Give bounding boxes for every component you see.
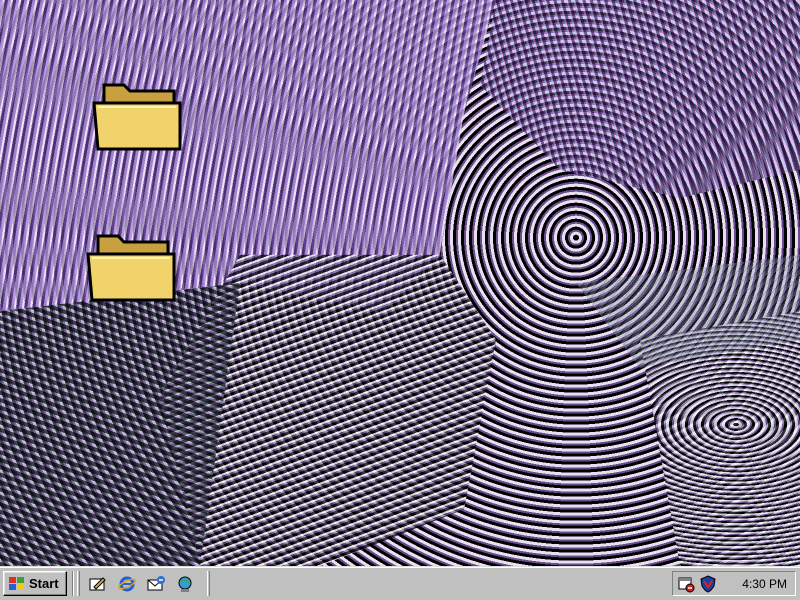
channels-icon[interactable] — [174, 574, 196, 594]
show-desktop-icon[interactable] — [87, 574, 109, 594]
start-label: Start — [29, 576, 59, 591]
folder-icon — [86, 234, 176, 302]
antivirus-shield-icon[interactable] — [699, 574, 717, 593]
quicklaunch-grip[interactable] — [77, 571, 80, 596]
start-button[interactable]: Start — [3, 571, 67, 596]
scheduler-icon[interactable] — [677, 575, 695, 593]
desktop-folder-1[interactable] — [90, 77, 190, 157]
windows-logo-icon — [8, 576, 26, 592]
outlook-express-icon[interactable] — [145, 574, 167, 594]
internet-explorer-icon[interactable] — [116, 574, 138, 594]
desktop-folder-2[interactable] — [84, 228, 184, 308]
folder-icon — [92, 83, 182, 151]
clock[interactable]: 4:30 PM — [742, 577, 787, 591]
taskbar-separator — [72, 571, 74, 596]
taskbar-grip[interactable] — [207, 571, 210, 596]
taskbar: Start 4:30 PM — [0, 566, 800, 600]
desktop-wallpaper — [0, 0, 800, 566]
system-tray: 4:30 PM — [672, 571, 796, 596]
